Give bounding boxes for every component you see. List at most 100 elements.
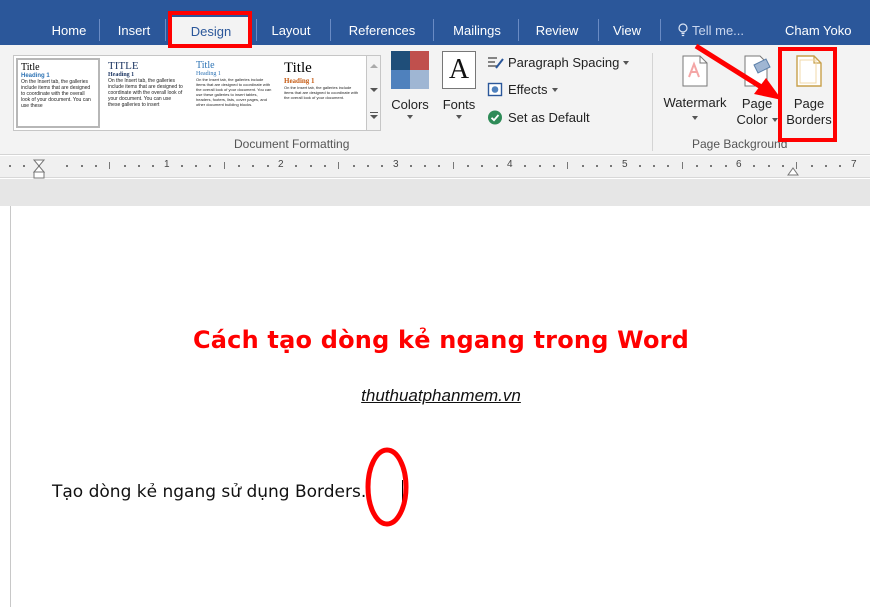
horizontal-ruler[interactable]: 1 2 3 4 5 6 7 (0, 156, 870, 179)
ruler-mark (138, 165, 140, 167)
style-set-thumbnail-2[interactable]: TITLE Heading 1 On the Insert tab, the g… (104, 58, 188, 128)
chevron-down-icon (551, 88, 558, 92)
style-set-thumbnail-3[interactable]: Title Heading 1 On the Insert tab, the g… (192, 58, 276, 128)
tab-separator (165, 19, 166, 41)
gallery-more-arrow-icon[interactable] (370, 115, 378, 119)
ruler-mark (653, 165, 655, 167)
ruler-mark (682, 162, 683, 169)
effects-icon (487, 82, 503, 97)
ruler-mark (467, 165, 469, 167)
style-sample-text: On the Insert tab, the galleries include… (108, 78, 183, 108)
style-set-thumbnail-4[interactable]: Title Heading 1 On the Insert tab, the g… (280, 58, 364, 128)
style-set-gallery: Title Heading 1 On the Insert tab, the g… (13, 55, 367, 131)
ruler-number: 6 (736, 159, 742, 170)
ruler-mark (539, 165, 541, 167)
ruler-number: 3 (393, 159, 399, 170)
ruler-mark (768, 165, 770, 167)
paragraph-spacing-icon (488, 57, 504, 69)
tab-review[interactable]: Review (522, 15, 592, 47)
user-account[interactable]: Cham Yoko (785, 15, 852, 47)
ruler-mark (639, 165, 641, 167)
gallery-scroll-down-icon[interactable] (370, 88, 378, 92)
tab-layout[interactable]: Layout (258, 15, 324, 47)
style-title: Title (196, 60, 215, 71)
tell-me-text: Tell me... (692, 23, 745, 38)
tab-separator (330, 19, 331, 41)
ruler-mark (338, 162, 339, 169)
document-title: Cách tạo dòng kẻ ngang trong Word (192, 326, 690, 354)
design-tab-highlight (168, 11, 252, 48)
ruler-mark (496, 165, 498, 167)
red-ellipse-annotation (365, 447, 409, 527)
ruler-mark (782, 165, 784, 167)
ruler-mark (124, 165, 126, 167)
effects-button[interactable]: Effects (487, 80, 558, 100)
ruler-mark (252, 165, 254, 167)
ruler-mark (524, 165, 526, 167)
gallery-more-icon[interactable] (370, 112, 378, 113)
ruler-number: 5 (622, 159, 628, 170)
ruler-mark (710, 165, 712, 167)
style-sample-text: On the Insert tab, the galleries include… (196, 77, 272, 107)
tab-home[interactable]: Home (40, 15, 98, 47)
document-formatting-group-label: Document Formatting (234, 137, 350, 151)
gallery-scroll-up-icon[interactable] (370, 64, 378, 68)
ruler-number: 2 (278, 159, 284, 170)
tab-insert[interactable]: Insert (104, 15, 164, 47)
paragraph-spacing-button[interactable]: Paragraph Spacing (487, 53, 630, 73)
ruler-mark (696, 165, 698, 167)
chevron-down-icon (623, 61, 630, 65)
style-title: Title (21, 62, 40, 73)
page-color-label-line2: Color (734, 112, 780, 128)
tab-references[interactable]: References (336, 15, 428, 47)
ruler-mark (553, 165, 555, 167)
chevron-down-icon (692, 116, 698, 120)
ruler-number: 4 (507, 159, 513, 170)
style-heading: Heading 1 (284, 77, 315, 85)
chevron-down-icon (771, 118, 778, 122)
ruler-mark (567, 162, 568, 169)
ruler-mark (410, 165, 412, 167)
chevron-down-icon (407, 115, 413, 119)
gallery-scrollbar (367, 55, 381, 131)
ruler-mark (811, 165, 813, 167)
ruler-mark (23, 165, 25, 167)
ruler-mark (596, 165, 598, 167)
style-set-thumbnail-1[interactable]: Title Heading 1 On the Insert tab, the g… (16, 58, 100, 128)
page-background-group-label: Page Background (692, 137, 788, 151)
document-body-text[interactable]: Tạo dòng kẻ ngang sử dụng Borders. (52, 482, 366, 502)
ruler-mark (610, 165, 612, 167)
ruler-mark (109, 162, 110, 169)
tab-view[interactable]: View (602, 15, 652, 47)
ruler-mark (66, 165, 68, 167)
colors-button[interactable]: Colors (386, 51, 434, 119)
ruler-mark (295, 165, 297, 167)
set-as-default-button[interactable]: Set as Default (487, 108, 590, 128)
ruler-mark (753, 165, 755, 167)
ruler-mark (152, 165, 154, 167)
paragraph-spacing-label: Paragraph Spacing (508, 55, 620, 70)
ruler-mark (424, 165, 426, 167)
ruler-mark (209, 165, 211, 167)
right-indent-marker-icon[interactable] (787, 166, 799, 176)
indent-marker-icon[interactable] (33, 159, 45, 179)
red-arrow-annotation (694, 43, 782, 100)
document-page[interactable]: Cách tạo dòng kẻ ngang trong Word thuthu… (10, 206, 870, 607)
colors-label: Colors (391, 97, 429, 112)
style-sample-text: On the Insert tab, the galleries include… (21, 79, 91, 109)
tab-separator (99, 19, 100, 41)
document-gray-margin (0, 179, 870, 206)
ruler-mark (381, 165, 383, 167)
fonts-button[interactable]: A Fonts (436, 51, 482, 119)
ruler-mark (367, 165, 369, 167)
chevron-down-icon (456, 115, 462, 119)
style-sample-text: On the Insert tab, the galleries include… (284, 85, 359, 100)
group-separator (652, 53, 653, 151)
tab-mailings[interactable]: Mailings (438, 15, 516, 47)
tab-separator (660, 19, 661, 41)
tab-separator (518, 19, 519, 41)
ruler-mark (324, 165, 326, 167)
ruler-mark (181, 165, 183, 167)
ruler-mark (195, 165, 197, 167)
ruler-mark (224, 162, 225, 169)
